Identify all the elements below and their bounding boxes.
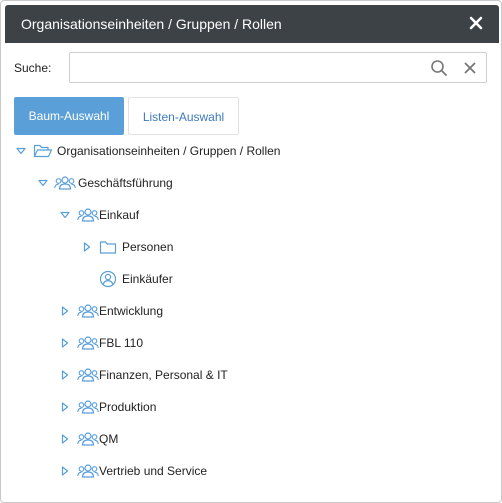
group-icon <box>77 304 99 318</box>
tree-node-finanzen[interactable]: Finanzen, Personal & IT <box>59 364 228 386</box>
folder-icon <box>99 240 117 254</box>
tree-node-label: Finanzen, Personal & IT <box>99 368 228 382</box>
search-box <box>69 52 487 83</box>
tree-node-fbl-110[interactable]: FBL 110 <box>59 332 143 354</box>
chevron-down-icon[interactable] <box>37 177 49 189</box>
group-icon <box>77 336 99 350</box>
tree-node-label: Einkäufer <box>122 272 173 286</box>
tree-node-geschaeftsfuehrung[interactable]: Geschäftsführung <box>37 172 173 194</box>
close-icon[interactable] <box>469 16 483 30</box>
tree-node-personen[interactable]: Personen <box>81 236 173 258</box>
chevron-right-icon[interactable] <box>59 465 71 477</box>
chevron-right-icon[interactable] <box>59 369 71 381</box>
tree-node-label: Produktion <box>99 400 157 414</box>
chevron-down-icon[interactable] <box>59 209 71 221</box>
group-icon <box>77 400 99 414</box>
folder-open-icon <box>33 144 53 158</box>
tree-node-entwicklung[interactable]: Entwicklung <box>59 300 163 322</box>
tree-node-label: Geschäftsführung <box>78 176 173 190</box>
tree-node-vertrieb[interactable]: Vertrieb und Service <box>59 460 207 482</box>
tree-node-einkaeufer[interactable]: Einkäufer <box>99 268 173 290</box>
tree-node-produktion[interactable]: Produktion <box>59 396 156 418</box>
tree-node-label: Entwicklung <box>99 304 164 318</box>
clear-icon[interactable] <box>464 62 476 74</box>
dialog: Organisationseinheiten / Gruppen / Rolle… <box>0 0 502 503</box>
group-icon <box>77 432 99 446</box>
tree-node-qm[interactable]: QM <box>59 428 118 450</box>
tab-listen-auswahl[interactable]: Listen-Auswahl <box>128 97 239 135</box>
tree-node-label: Personen <box>122 240 174 254</box>
group-icon <box>77 368 99 382</box>
tree-node-root[interactable]: Organisationseinheiten / Gruppen / Rolle… <box>15 140 280 162</box>
chevron-right-icon[interactable] <box>59 433 71 445</box>
tree-node-label: Vertrieb und Service <box>99 464 208 478</box>
chevron-right-icon[interactable] <box>59 305 71 317</box>
dialog-title: Organisationseinheiten / Gruppen / Rolle… <box>21 16 282 32</box>
chevron-down-icon[interactable] <box>15 145 27 157</box>
tree-node-label: FBL 110 <box>99 336 144 350</box>
dialog-titlebar: Organisationseinheiten / Gruppen / Rolle… <box>5 5 499 43</box>
search-icon[interactable] <box>430 59 448 77</box>
user-circle-icon <box>99 270 117 288</box>
group-icon <box>54 176 76 190</box>
tree-node-einkauf[interactable]: Einkauf <box>59 204 139 226</box>
tab-baum-auswahl[interactable]: Baum-Auswahl <box>14 97 124 135</box>
chevron-right-icon[interactable] <box>81 241 93 253</box>
group-icon <box>77 464 99 478</box>
search-label: Suche: <box>14 61 52 75</box>
chevron-right-icon[interactable] <box>59 337 71 349</box>
search-input[interactable] <box>74 56 414 79</box>
group-icon <box>77 208 99 222</box>
tree-node-label: QM <box>99 432 119 446</box>
tree-node-label: Einkauf <box>99 208 140 222</box>
chevron-right-icon[interactable] <box>59 401 71 413</box>
tree-node-label: Organisationseinheiten / Gruppen / Rolle… <box>57 144 281 158</box>
